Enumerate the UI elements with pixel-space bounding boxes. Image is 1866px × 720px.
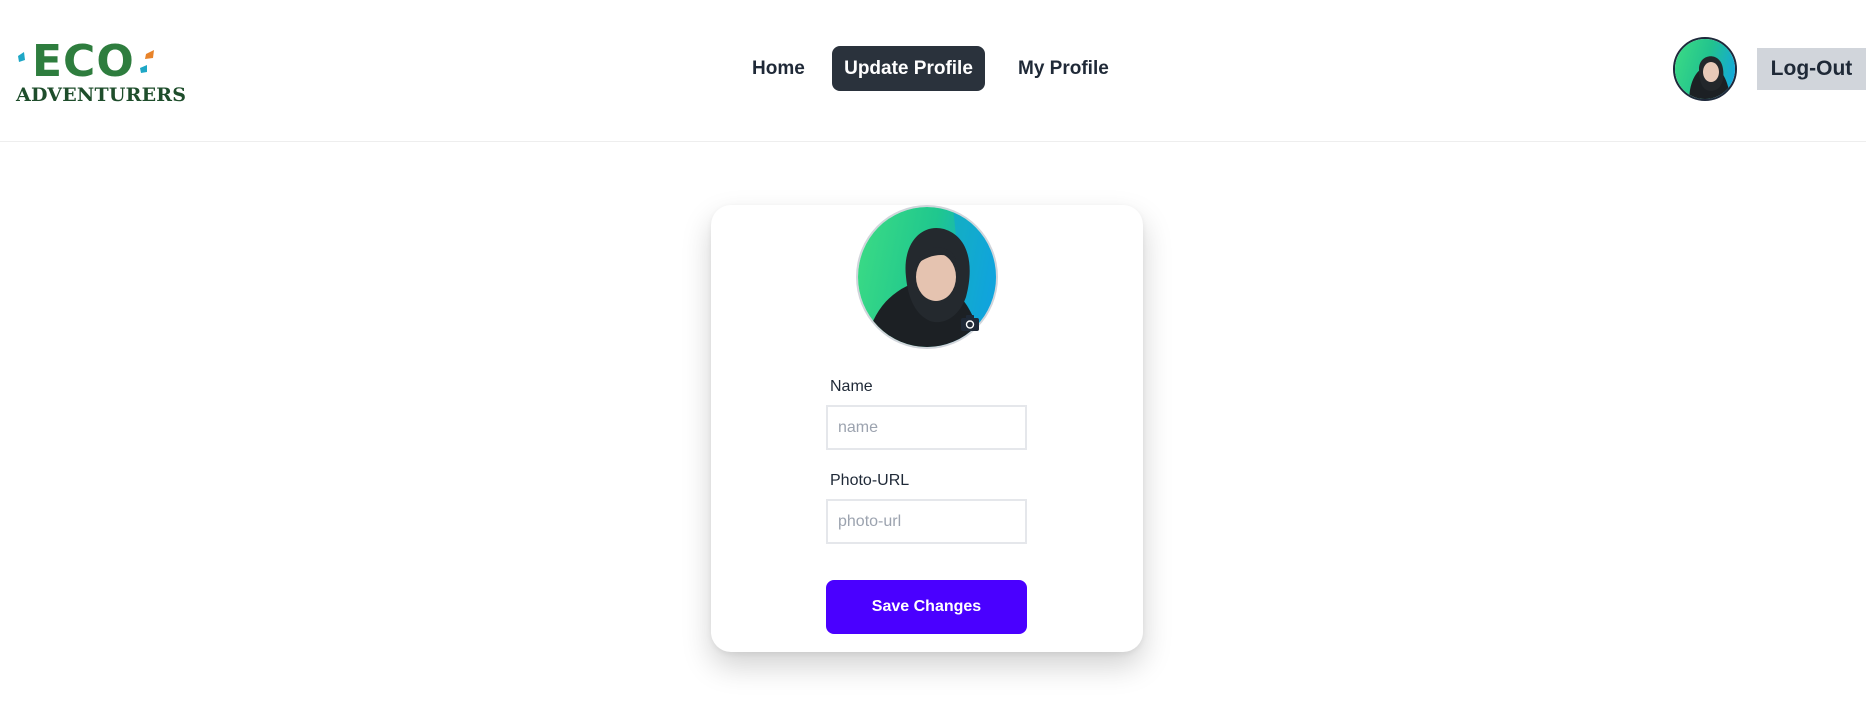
photo-url-label: Photo-URL [830, 472, 910, 489]
name-input[interactable] [826, 405, 1027, 450]
avatar-photo [1675, 39, 1735, 99]
logout-button[interactable]: Log-Out [1757, 48, 1866, 90]
camera-icon[interactable] [961, 315, 979, 331]
top-navbar: ECO ADVENTURERS Home Update Profile My P… [0, 0, 1866, 142]
update-profile-card: Name Photo-URL Save Changes [711, 205, 1143, 652]
save-changes-button[interactable]: Save Changes [826, 580, 1027, 634]
nav-home-link[interactable]: Home [734, 46, 823, 91]
main-nav: Home Update Profile My Profile [0, 46, 1866, 91]
nav-update-profile-link[interactable]: Update Profile [832, 46, 985, 91]
name-label: Name [830, 378, 873, 395]
user-avatar[interactable] [1673, 37, 1737, 101]
photo-url-input[interactable] [826, 499, 1027, 544]
nav-my-profile-link[interactable]: My Profile [1000, 46, 1127, 91]
